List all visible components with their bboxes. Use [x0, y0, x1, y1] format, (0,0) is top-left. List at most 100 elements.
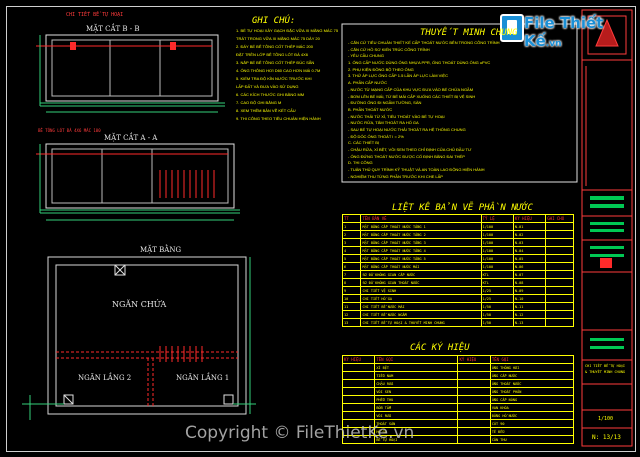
table-cell: 1/100	[480, 230, 514, 239]
room-1-label: NGĂN LẮNG 1	[176, 374, 230, 382]
spec-line: - NƯỚC RỬA, TẮM THOÁT RA HỐ GA	[348, 120, 419, 126]
table-cell	[545, 254, 574, 263]
spec-line: - YÊU CẦU CHUNG	[348, 53, 384, 59]
table-cell: N-02	[512, 230, 547, 239]
table-cell	[457, 379, 491, 388]
table-cell: XÍ BỆT	[374, 363, 459, 372]
table-cell	[457, 403, 491, 412]
table-cell: ĐỒNG HỒ NƯỚC	[489, 411, 575, 420]
table-cell: 1/100	[480, 222, 514, 231]
table-row: VÒI RỬA ĐỒNG HỒ NƯỚC	[341, 411, 575, 420]
table-cell: ỐNG THOÁT PHÂN	[489, 387, 575, 396]
table-cell: 8	[341, 278, 362, 287]
room-2-label: NGĂN LẮNG 2	[78, 374, 132, 382]
table-cell: 13	[341, 318, 362, 327]
note-line: LẤP ĐẤT VÀ ĐƯA VÀO SỬ DỤNG	[236, 84, 299, 89]
table-row: 13 CHI TIẾT BỂ TỰ HOẠI & THUYẾT MINH CHUN…	[341, 318, 574, 327]
table-header-row: KÝ HIỆU TÊN GỌI KÝ HIỆU TÊN GỌI	[341, 355, 575, 364]
table-cell	[341, 379, 376, 388]
table-cell: 1/100	[480, 262, 514, 271]
table-cell: N-03	[512, 238, 547, 247]
spec-line: - CĂN CỨ TIÊU CHUẨN THIẾT KẾ CẤP THOÁT N…	[348, 40, 500, 45]
column-header: KÝ HIỆU	[512, 214, 547, 223]
table-cell: CHẬU RỬA	[374, 379, 459, 388]
table-row: 6 MẶT BẰNG CẤP THOÁT NƯỚC MÁI 1/100 N-06	[341, 262, 574, 271]
note-line: 8. XEM THÊM BẢN VẼ KẾT CẤU	[236, 108, 296, 113]
table-cell: 11	[341, 302, 362, 311]
table-cell: N-07	[512, 270, 547, 279]
spec-line: - NƯỚC THẢI TỪ XÍ, TIỂU THOÁT VÀO BỂ TỰ …	[348, 113, 445, 119]
table-cell: N-06	[512, 262, 547, 271]
spec-line: - TUÂN THỦ QUY TRÌNH KỸ THUẬT VÀ AN TOÀN…	[348, 167, 485, 173]
table-cell: MẶT BẰNG CẤP THOÁT NƯỚC TẦNG 5	[360, 254, 482, 263]
project-line-2: & THUYẾT MINH CHUNG	[585, 370, 626, 374]
table-cell: N-08	[512, 278, 547, 287]
table-cell: ỐNG THOÁT NƯỚC	[489, 379, 575, 388]
table-cell: N-09	[512, 286, 547, 295]
table-cell: 1/25	[480, 286, 514, 295]
spec-line: 1. ỐNG CẤP NƯỚC DÙNG ỐNG NHỰA PPR, ỐNG T…	[348, 60, 491, 66]
spec-list: - CĂN CỨ TIÊU CHUẨN THIẾT KẾ CẤP THOÁT N…	[348, 40, 574, 180]
table-cell	[341, 387, 376, 396]
table-cell	[545, 286, 574, 295]
table-cell	[545, 270, 574, 279]
table-cell	[341, 403, 376, 412]
sheet-number: N: 13/13	[592, 434, 621, 441]
table-cell: N-10	[512, 294, 547, 303]
notes-list: 1. BỂ TỰ HOẠI XÂY GẠCH ĐẶC VỮA XI MĂNG M…	[236, 28, 338, 124]
table-cell: 12	[341, 310, 362, 319]
table-row: VÒI SEN ỐNG THOÁT PHÂN	[341, 387, 575, 396]
table-cell: ỐNG CẤP NÓNG	[489, 395, 575, 404]
spec-line: - SAU BỂ TỰ HOẠI NƯỚC THẢI THOÁT RA HỆ T…	[348, 126, 466, 132]
table-header-row: TT TÊN BẢN VẼ TỶ LỆ KÝ HIỆU GHI CHÚ	[341, 214, 574, 223]
table-cell: MẶT BẰNG CẤP THOÁT NƯỚC TẦNG 1	[360, 222, 482, 231]
table-row: 2 MẶT BẰNG CẤP THOÁT NƯỚC TẦNG 2 1/100 N-02	[341, 230, 574, 239]
table-row: 3 MẶT BẰNG CẤP THOÁT NƯỚC TẦNG 3 1/100 N-03	[341, 238, 574, 247]
table-cell: SƠ ĐỒ KHÔNG GIAN CẤP NƯỚC	[360, 270, 482, 279]
spec-line: - BƠM LÊN BỂ MÁI, TỪ BỂ MÁI CẤP XUỐNG CÁ…	[348, 93, 476, 99]
table-cell	[545, 246, 574, 255]
table-row: 10 CHI TIẾT HỐ GA 1/25 N-10	[341, 294, 574, 303]
spec-line: 3. THỬ ÁP LỰC ỐNG CẤP 1.5 LẦN ÁP LỰC LÀM…	[348, 73, 448, 79]
table-cell: 2	[341, 230, 362, 239]
table-cell	[341, 371, 376, 380]
table-cell: CHI TIẾT BỂ NƯỚC MÁI	[360, 302, 482, 311]
section-aa-subtitle: BÊ TÔNG LÓT ĐÁ 4X6 MÁC 100	[38, 128, 101, 133]
table-cell: 1/100	[480, 238, 514, 247]
scale-value: 1/100	[598, 416, 614, 422]
table-cell: 5	[341, 254, 362, 263]
table-cell: N-11	[512, 302, 547, 311]
site-logo[interactable]: File Thiết Kế.vn	[500, 10, 628, 50]
table-cell: N-04	[512, 246, 547, 255]
table-row: 5 MẶT BẰNG CẤP THOÁT NƯỚC TẦNG 5 1/100 N-05	[341, 254, 574, 263]
table-cell: CÚT 90	[489, 419, 575, 428]
column-header: GHI CHÚ	[545, 214, 574, 223]
table-cell: VAN KHÓA	[489, 403, 575, 412]
table-cell: 7	[341, 270, 362, 279]
table-cell: 1/100	[480, 246, 514, 255]
table-cell: 1	[341, 222, 362, 231]
table-cell	[457, 435, 491, 444]
column-header: TÊN GỌI	[374, 355, 459, 364]
table-cell	[341, 395, 376, 404]
detail-heading: CHI TIẾT BỂ TỰ HOẠI	[66, 12, 124, 18]
table-cell: MẶT BẰNG CẤP THOÁT NƯỚC TẦNG 2	[360, 230, 482, 239]
spec-line: A. PHẦN CẤP NƯỚC	[348, 80, 388, 86]
spec-line: - ĐƯỜNG ỐNG ĐI NGẦM TƯỜNG, SÀN	[348, 100, 422, 106]
table-cell: CÔN THU	[489, 435, 575, 444]
spec-line: - NGHIỆM THU TỪNG PHẦN TRƯỚC KHI CHE LẤP	[348, 173, 443, 179]
table-cell	[545, 262, 574, 271]
project-line-1: CHI TIẾT BỂ TỰ HOẠI	[585, 364, 626, 368]
spec-line: D. THI CÔNG	[348, 160, 373, 166]
table-cell	[457, 371, 491, 380]
table-cell: N-13	[512, 318, 547, 327]
table-row: PHỄU THU ỐNG CẤP NÓNG	[341, 395, 575, 404]
table-cell	[341, 363, 376, 372]
table-cell: 3	[341, 238, 362, 247]
table-cell: CHI TIẾT BỂ NƯỚC NGẦM	[360, 310, 482, 319]
plan-view	[22, 256, 256, 420]
table-row: BỒN TẮM VAN KHÓA	[341, 403, 575, 412]
note-line: 2. ĐÁY BỂ BÊ TÔNG CỐT THÉP MÁC 200	[236, 44, 313, 49]
table-row: 7 SƠ ĐỒ KHÔNG GIAN CẤP NƯỚC KTL N-07	[341, 270, 574, 279]
note-line: 3. NẮP BỂ BÊ TÔNG CỐT THÉP ĐÚC SẴN	[236, 60, 315, 65]
